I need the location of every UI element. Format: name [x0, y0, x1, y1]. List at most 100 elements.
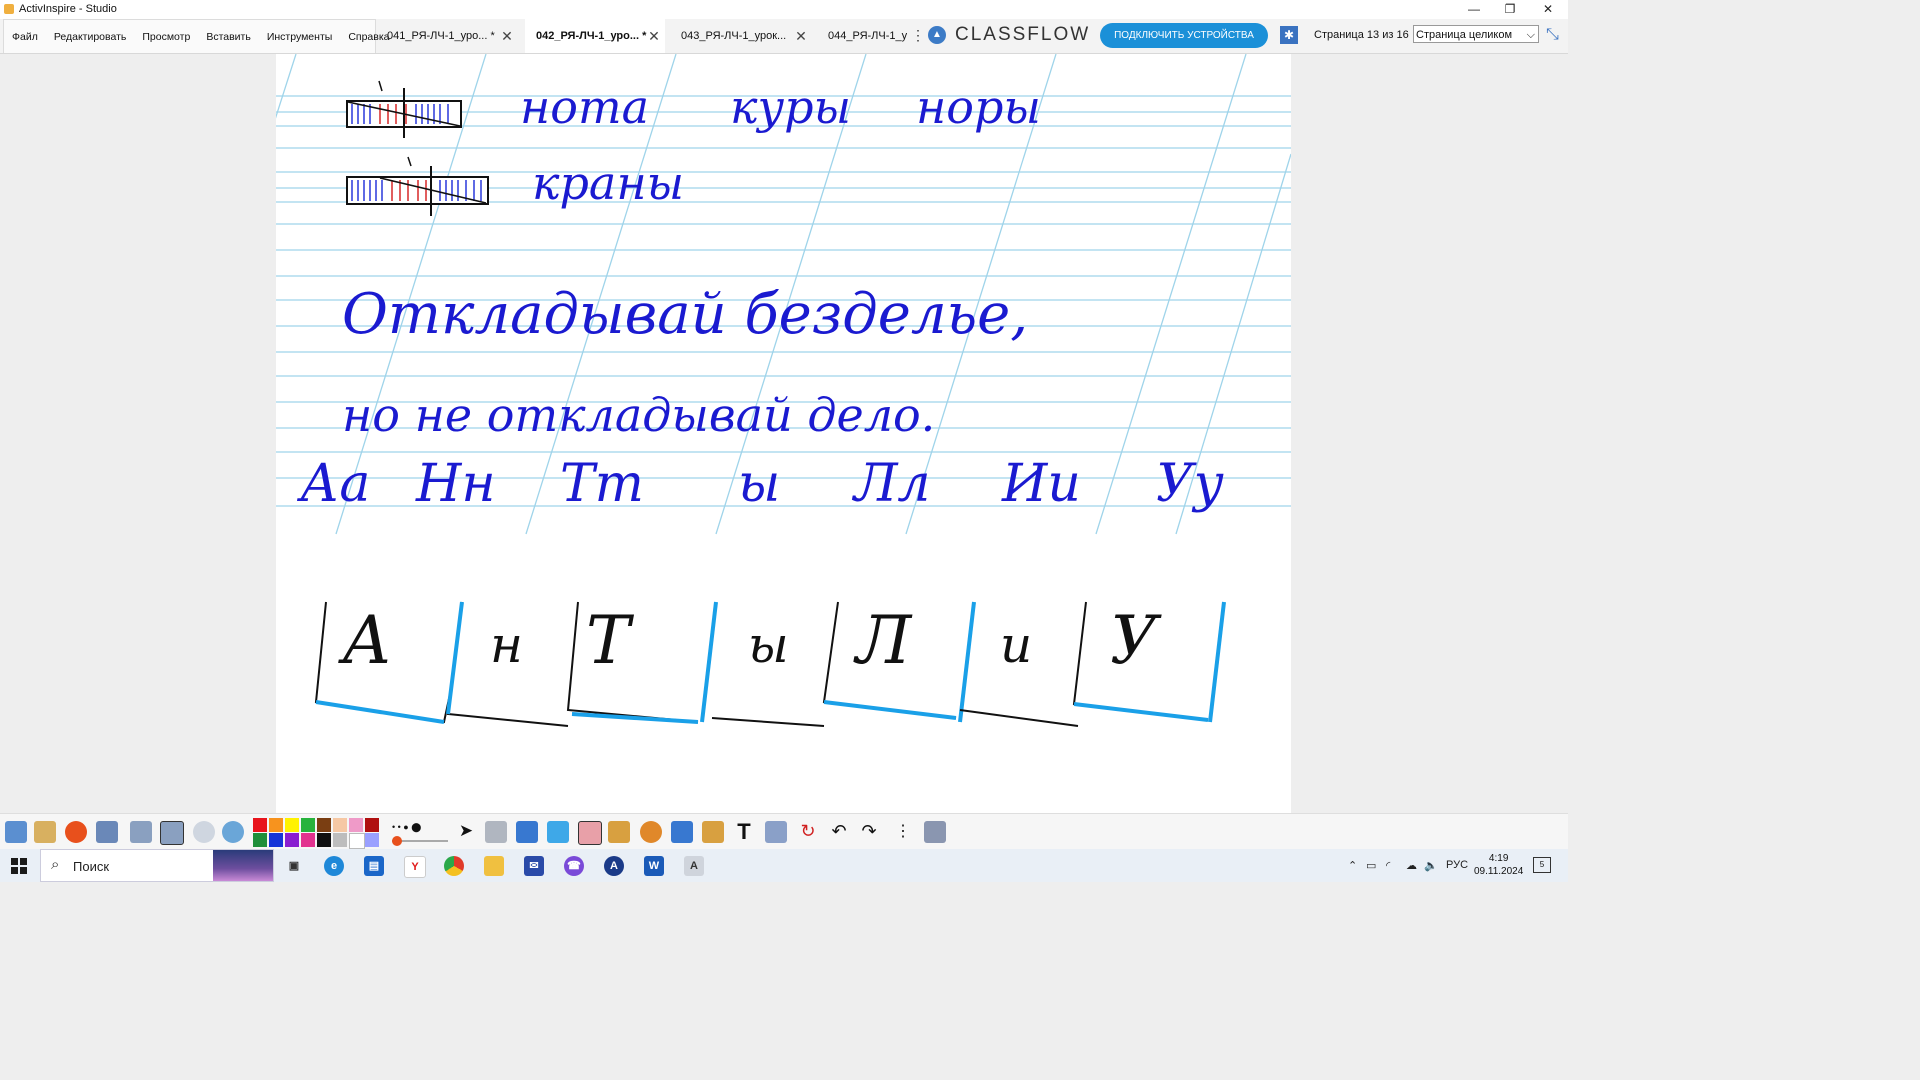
color-swatch[interactable]	[333, 833, 347, 847]
select-cursor-icon[interactable]: ➤	[455, 821, 477, 843]
network-icon[interactable]: ◜	[1386, 859, 1390, 872]
color-swatch[interactable]	[317, 833, 331, 847]
chrome-icon[interactable]	[444, 856, 464, 876]
eraser-icon[interactable]	[578, 821, 602, 845]
magic-ink-icon[interactable]	[608, 821, 630, 843]
shapes-icon[interactable]	[640, 821, 662, 843]
letter-pair-nn: Нн	[416, 454, 496, 514]
proverb-line-1: Откладывай безделье,	[342, 282, 1029, 347]
zoom-select[interactable]: Страница целиком ⌵	[1413, 25, 1539, 43]
viber-icon[interactable]: ☎	[564, 856, 584, 876]
windows-start-icon[interactable]	[11, 858, 27, 874]
tray-device-icon[interactable]: ▭	[1366, 859, 1376, 872]
tab-043[interactable]: 043_РЯ-ЛЧ-1_урок...	[670, 19, 794, 53]
pen-width-dots-icon[interactable]: • • ● ⬤	[392, 822, 421, 833]
boxed-letter-n[interactable]: н	[490, 616, 523, 674]
tab-041[interactable]: 041_РЯ-ЛЧ-1_уро... *	[376, 19, 500, 53]
flipchart-page[interactable]: нота куры норы краны Откладывай безделье…	[276, 54, 1291, 813]
boxed-letter-l[interactable]: Л	[856, 602, 911, 679]
task-view-icon[interactable]: ▣	[284, 856, 304, 876]
pen-icon[interactable]	[516, 821, 538, 843]
previous-page-icon[interactable]	[130, 821, 152, 843]
menu-view[interactable]: Просмотр	[134, 31, 198, 43]
color-swatch[interactable]	[301, 833, 315, 847]
word-icon[interactable]: W	[644, 856, 664, 876]
volume-icon[interactable]: 🔈	[1424, 859, 1438, 872]
reset-page-icon[interactable]: ↻	[797, 821, 819, 843]
letter-pair-aa: Аа	[300, 454, 371, 514]
clear-icon[interactable]	[765, 821, 787, 843]
boxed-letter-i[interactable]: и	[1000, 616, 1032, 674]
menu-tools[interactable]: Инструменты	[259, 31, 340, 43]
fullscreen-icon[interactable]: ⤡	[1546, 26, 1559, 44]
color-swatch[interactable]	[301, 818, 315, 832]
classflow-rocket-icon[interactable]: ▲	[928, 26, 946, 44]
onedrive-icon[interactable]: ☁	[1406, 859, 1417, 872]
browsers-icon[interactable]	[34, 821, 56, 843]
more-tools-icon[interactable]: ⋮	[892, 821, 914, 843]
highlighter-icon[interactable]	[547, 821, 569, 843]
undo-icon[interactable]: ↶	[828, 821, 850, 843]
tray-chevron-icon[interactable]: ⌃	[1348, 859, 1357, 872]
tab-044[interactable]: 044_РЯ-ЛЧ-1_ур	[817, 19, 907, 53]
text-tool-icon[interactable]: T	[733, 821, 755, 843]
connect-devices-button[interactable]: ПОДКЛЮЧИТЬ УСТРОЙСТВА	[1100, 23, 1268, 48]
letter-pair-tt: Тт	[560, 454, 644, 514]
boxed-letter-u[interactable]: У	[1110, 602, 1158, 679]
tools-icon[interactable]	[485, 821, 507, 843]
color-swatch[interactable]	[285, 833, 299, 847]
color-swatch[interactable]	[349, 833, 365, 849]
file-explorer-icon[interactable]	[484, 856, 504, 876]
color-swatch[interactable]	[253, 833, 267, 847]
notifications-icon[interactable]: 5	[1533, 857, 1551, 873]
close-window-button[interactable]: ✕	[1530, 0, 1566, 19]
yandex-icon[interactable]: Y	[404, 856, 426, 878]
color-swatch[interactable]	[253, 818, 267, 832]
pen-mode-icon[interactable]	[65, 821, 87, 843]
restore-button[interactable]: ❐	[1492, 0, 1528, 19]
tab-043-close-icon[interactable]: ✕	[794, 19, 808, 53]
redo-icon[interactable]: ↷	[858, 821, 880, 843]
color-swatch[interactable]	[317, 818, 331, 832]
boxed-letter-y[interactable]: ы	[748, 616, 789, 674]
slider-handle[interactable]	[392, 836, 402, 846]
color-swatch[interactable]	[269, 833, 283, 847]
app-a-icon[interactable]: A	[604, 856, 624, 876]
classflow-settings-icon[interactable]: ✱	[1280, 26, 1298, 44]
web-browser-icon[interactable]	[222, 821, 244, 843]
activinspire-taskbar-icon[interactable]: A	[684, 856, 704, 876]
menu-edit[interactable]: Редактировать	[46, 31, 135, 43]
play-icon[interactable]	[193, 821, 215, 843]
color-swatch[interactable]	[285, 818, 299, 832]
edge-icon[interactable]: e	[324, 856, 344, 876]
desktop-annotate-icon[interactable]	[96, 821, 118, 843]
language-indicator[interactable]: РУС	[1446, 859, 1468, 871]
menu-file[interactable]: Файл	[4, 31, 46, 43]
store-icon[interactable]: ▤	[364, 856, 384, 876]
letter-pair-uu: Уу	[1156, 454, 1224, 514]
color-swatch[interactable]	[269, 818, 283, 832]
taskbar-search[interactable]: ⌕ Поиск	[40, 849, 274, 882]
fill-icon[interactable]	[702, 821, 724, 843]
mail-icon[interactable]: ✉	[524, 856, 544, 876]
search-placeholder: Поиск	[73, 859, 110, 874]
color-swatch[interactable]	[365, 818, 379, 832]
connector-icon[interactable]	[671, 821, 693, 843]
color-swatch[interactable]	[333, 818, 347, 832]
boxed-letter-a[interactable]: А	[342, 602, 392, 679]
next-page-icon[interactable]	[160, 821, 184, 845]
menu-insert[interactable]: Вставить	[198, 31, 259, 43]
toolbar-settings-icon[interactable]	[924, 821, 946, 843]
activinspire-toolbar: • • ● ⬤ ➤ T ↻ ↶ ↷ ⋮	[0, 813, 1568, 850]
boxed-letter-t[interactable]: Т	[586, 602, 630, 679]
main-menu-icon[interactable]	[5, 821, 27, 843]
pen-width-slider[interactable]	[392, 836, 448, 846]
tab-042-close-icon[interactable]: ✕	[647, 19, 661, 53]
tab-042[interactable]: 042_РЯ-ЛЧ-1_уро... *	[525, 19, 665, 53]
clock[interactable]: 4:19 09.11.2024	[1474, 852, 1523, 878]
more-tabs-icon[interactable]: ⋮	[911, 27, 925, 44]
color-swatch[interactable]	[365, 833, 379, 847]
tab-041-close-icon[interactable]: ✕	[500, 19, 514, 53]
minimize-button[interactable]: —	[1456, 0, 1492, 19]
color-swatch[interactable]	[349, 818, 363, 832]
